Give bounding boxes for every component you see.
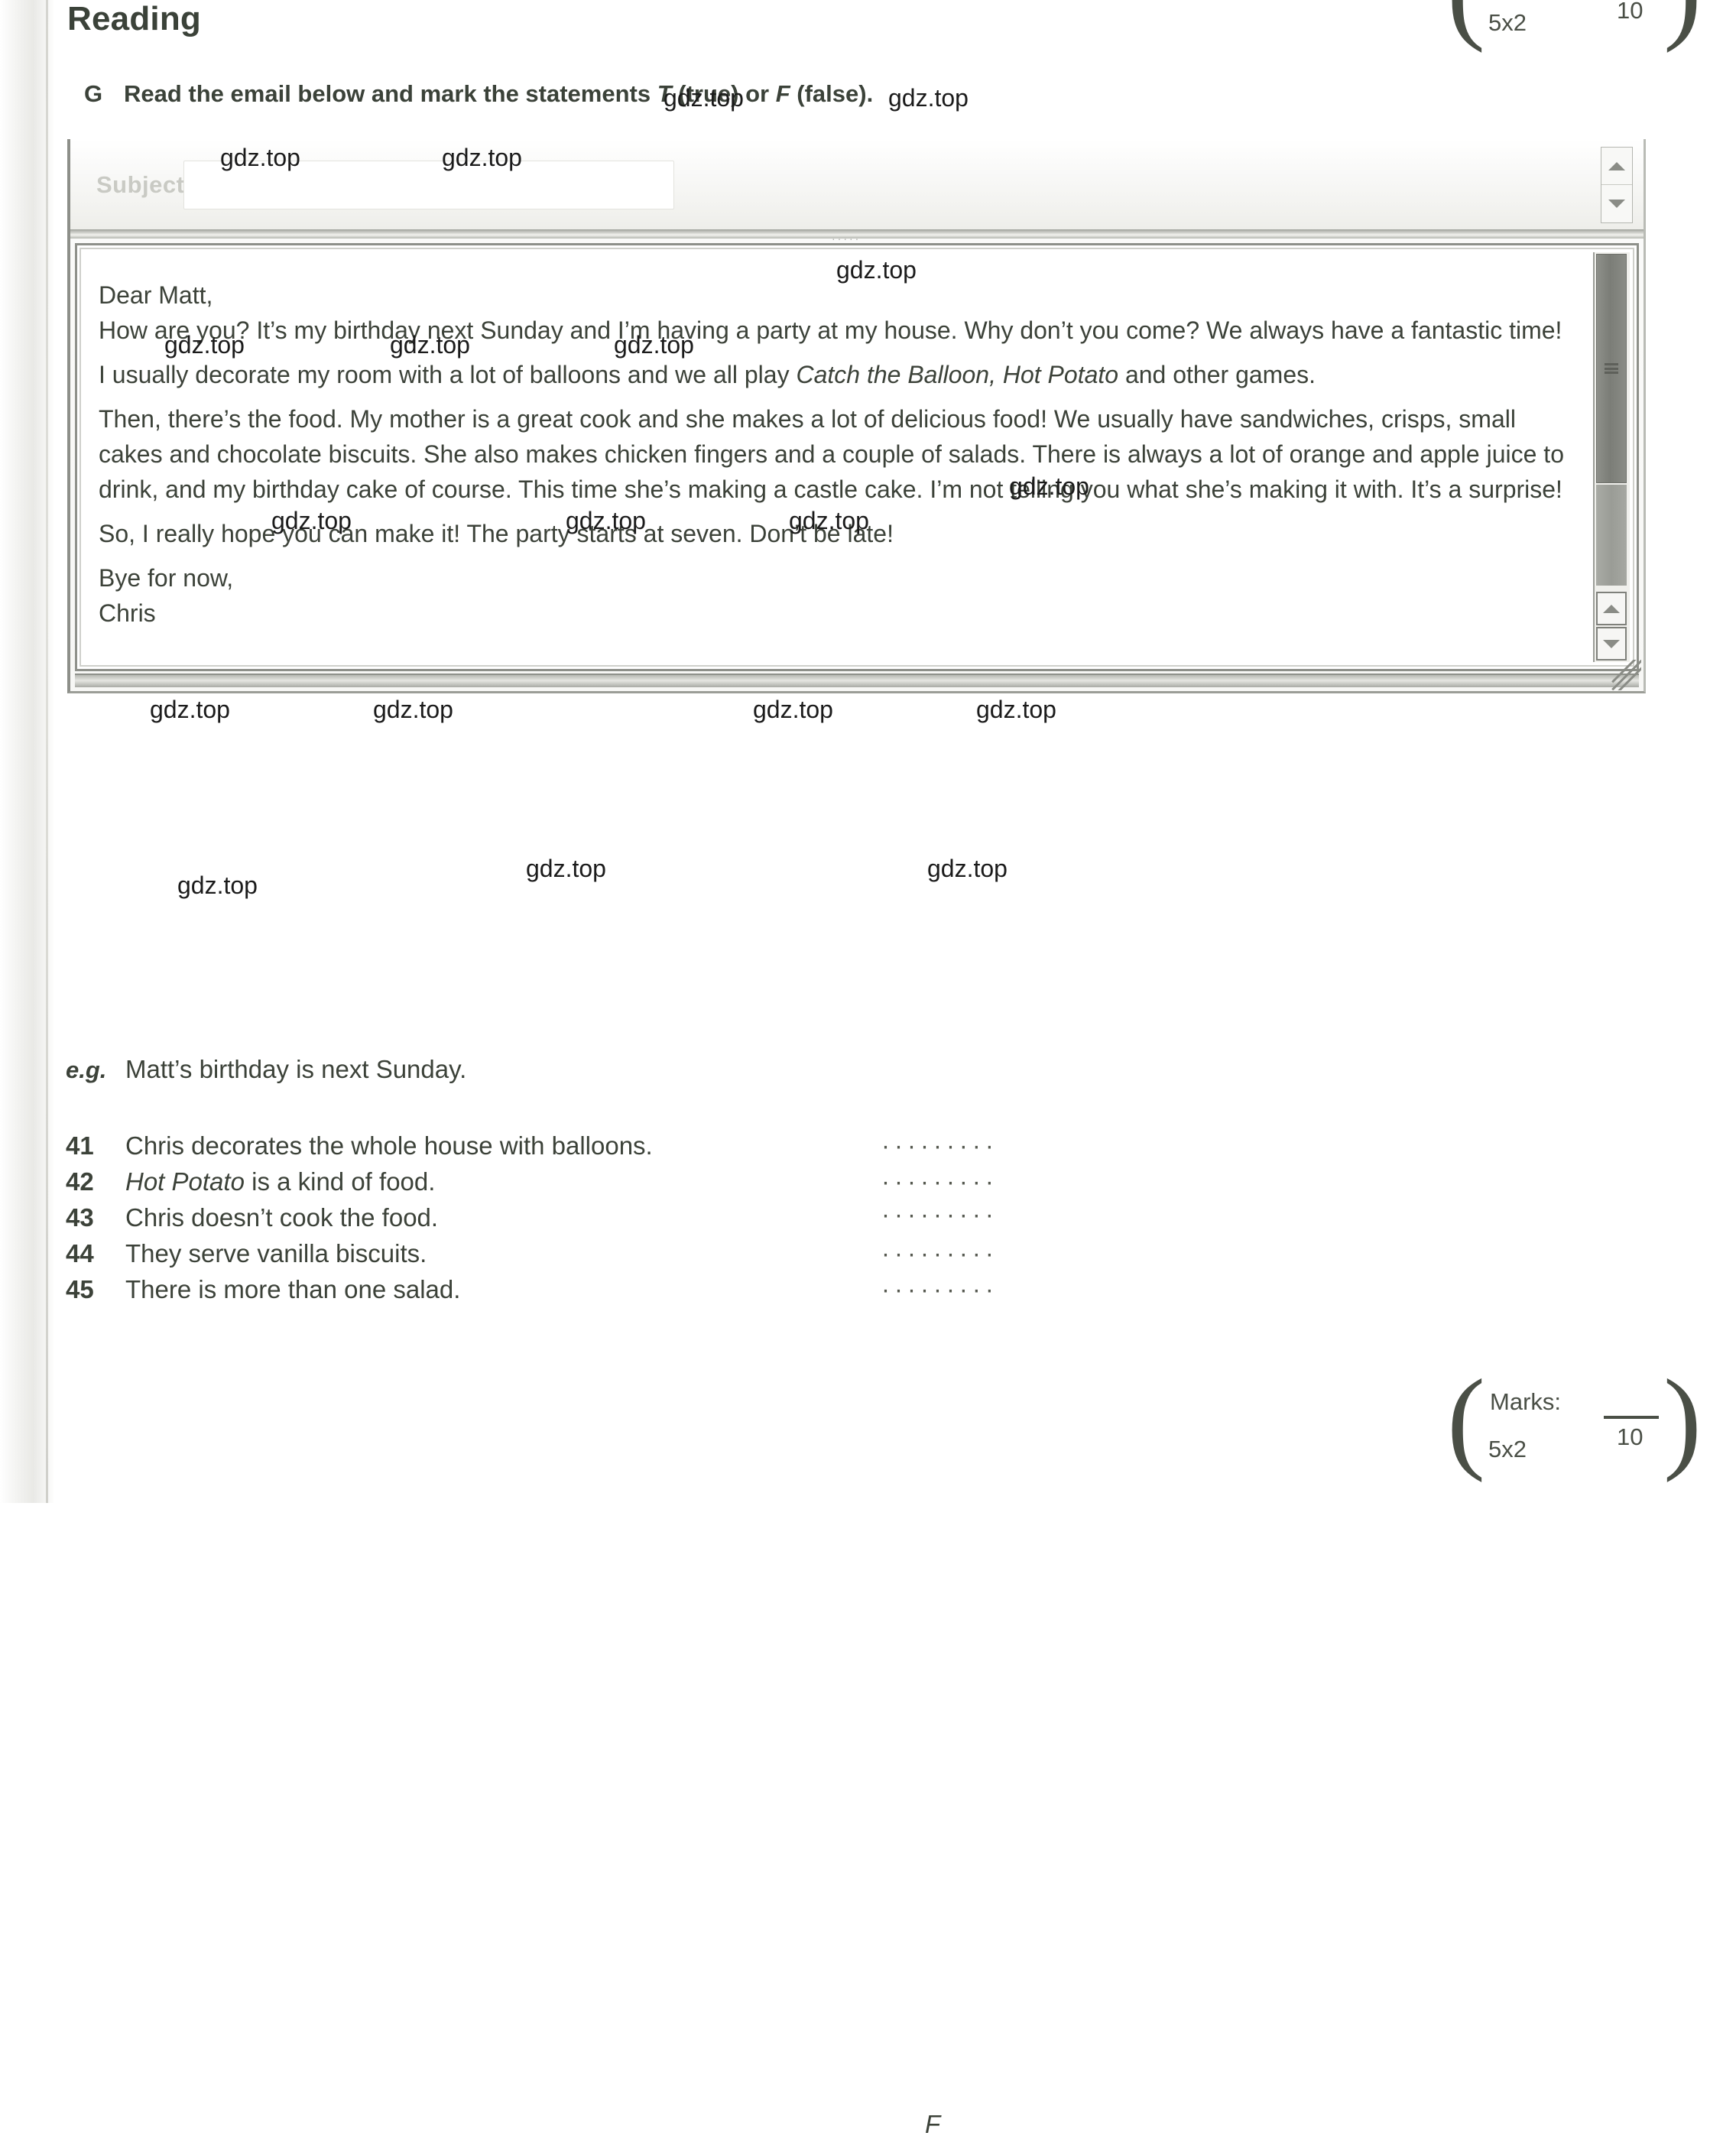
task-instruction: G Read the email below and mark the state… (84, 80, 873, 108)
marks-top-box: 5x2 10 (1447, 0, 1676, 44)
scrollbar-thumb[interactable] (1596, 254, 1627, 483)
watermark: gdz.top (373, 696, 453, 723)
question-number-example: e.g. (66, 1057, 107, 1083)
answer-line-43[interactable]: ········· (881, 1200, 998, 1229)
header-scroll-up-button[interactable] (1601, 148, 1632, 185)
header-scroll-spinner[interactable] (1601, 147, 1633, 223)
email-body-frame-inner: Dear Matt, How are you? It’s my birthday… (79, 248, 1634, 667)
triangle-down-icon (1603, 639, 1620, 648)
watermark: gdz.top (177, 872, 258, 899)
email-signature: Chris (99, 599, 156, 627)
resize-grip-icon[interactable] (1611, 660, 1641, 690)
email-game-names: Catch the Balloon, Hot Potato (796, 361, 1119, 388)
question-row-example: e.g. Matt’s birthday is next Sunday. (66, 1055, 466, 1098)
question-text-41: Chris decorates the whole house with bal… (125, 1131, 653, 1160)
email-greeting: Dear Matt, (99, 281, 213, 309)
marks-label: Marks: (1490, 1388, 1561, 1415)
question-number-43: 43 (66, 1203, 94, 1232)
question-number-45: 45 (66, 1275, 94, 1303)
email-paragraph-4: So, I really hope you can make it! The p… (99, 520, 894, 547)
task-true-symbol: T (657, 80, 672, 107)
question-42-italic-term: Hot Potato (125, 1167, 245, 1196)
question-number-41: 41 (66, 1131, 94, 1160)
email-p2-before: I usually decorate my room with a lot of… (99, 361, 797, 388)
question-42-text-after: is a kind of food. (244, 1167, 436, 1196)
marks-blank-line[interactable] (1604, 1416, 1659, 1419)
marks-multiplier: 5x2 (1488, 1436, 1527, 1462)
scrollbar-up-button[interactable] (1596, 592, 1627, 625)
answer-line-44[interactable]: ········· (881, 1239, 998, 1268)
marks-top-denominator: 10 (1617, 0, 1644, 24)
scrollbar-down-button[interactable] (1596, 627, 1627, 661)
question-answer-example: F (925, 2110, 941, 2138)
header-scroll-down-button[interactable] (1601, 185, 1632, 222)
task-false-symbol: F (775, 80, 790, 107)
email-body-scrollbar[interactable] (1593, 252, 1630, 662)
email-paragraph-2: I usually decorate my room with a lot of… (99, 357, 1570, 392)
question-text-example: Matt’s birthday is next Sunday. (125, 1055, 467, 1083)
email-closing: Bye for now, (99, 564, 234, 592)
triangle-up-icon (1603, 604, 1620, 613)
marks-top-multiplier: 5x2 (1488, 9, 1527, 36)
email-window: Subject ····· Dear Matt, How are you? It… (67, 139, 1646, 693)
question-row-45: 45 There is more than one salad. (66, 1275, 460, 1318)
question-number-42: 42 (66, 1167, 94, 1196)
scrollbar-track[interactable] (1596, 485, 1627, 586)
watermark: gdz.top (150, 696, 230, 723)
question-text-43: Chris doesn’t cook the food. (125, 1203, 439, 1232)
answer-line-41[interactable]: ········· (881, 1131, 998, 1160)
task-letter: G (84, 80, 103, 107)
email-p2-after: and other games. (1118, 361, 1316, 388)
question-text-45: There is more than one salad. (125, 1275, 461, 1303)
answer-line-42[interactable]: ········· (881, 1167, 998, 1196)
watermark: gdz.top (753, 696, 833, 723)
page-title: Reading (67, 0, 201, 37)
triangle-up-icon (1608, 161, 1625, 170)
watermark: gdz.top (927, 855, 1008, 882)
email-window-header: Subject (70, 139, 1644, 229)
marks-denominator: 10 (1617, 1423, 1644, 1450)
watermark: gdz.top (888, 84, 969, 112)
email-window-footer (75, 674, 1639, 687)
task-instruction-text-3: (false). (790, 80, 874, 107)
email-paragraph-1: How are you? It’s my birthday next Sunda… (99, 316, 1562, 344)
watermark: gdz.top (526, 855, 606, 882)
email-body-text: Dear Matt, How are you? It’s my birthday… (88, 256, 1578, 631)
task-instruction-text-2: (true) or (671, 80, 776, 107)
triangle-down-icon (1608, 199, 1625, 208)
email-body-frame: Dear Matt, How are you? It’s my birthday… (75, 243, 1639, 671)
question-number-44: 44 (66, 1239, 94, 1267)
scrollbar-grip-icon (1605, 363, 1618, 374)
question-text-42: Hot Potato is a kind of food. (125, 1167, 435, 1196)
subject-input[interactable] (183, 161, 674, 209)
task-instruction-text-1: Read the email below and mark the statem… (124, 80, 657, 107)
question-text-44: They serve vanilla biscuits. (125, 1239, 427, 1267)
page-margin-line (46, 0, 48, 1503)
email-paragraph-3: Then, there’s the food. My mother is a g… (99, 405, 1564, 503)
subject-label: Subject (96, 171, 185, 198)
watermark: gdz.top (976, 696, 1056, 723)
marks-bottom-box: Marks: 10 5x2 (1447, 1376, 1676, 1475)
answer-line-45[interactable]: ········· (881, 1275, 998, 1304)
